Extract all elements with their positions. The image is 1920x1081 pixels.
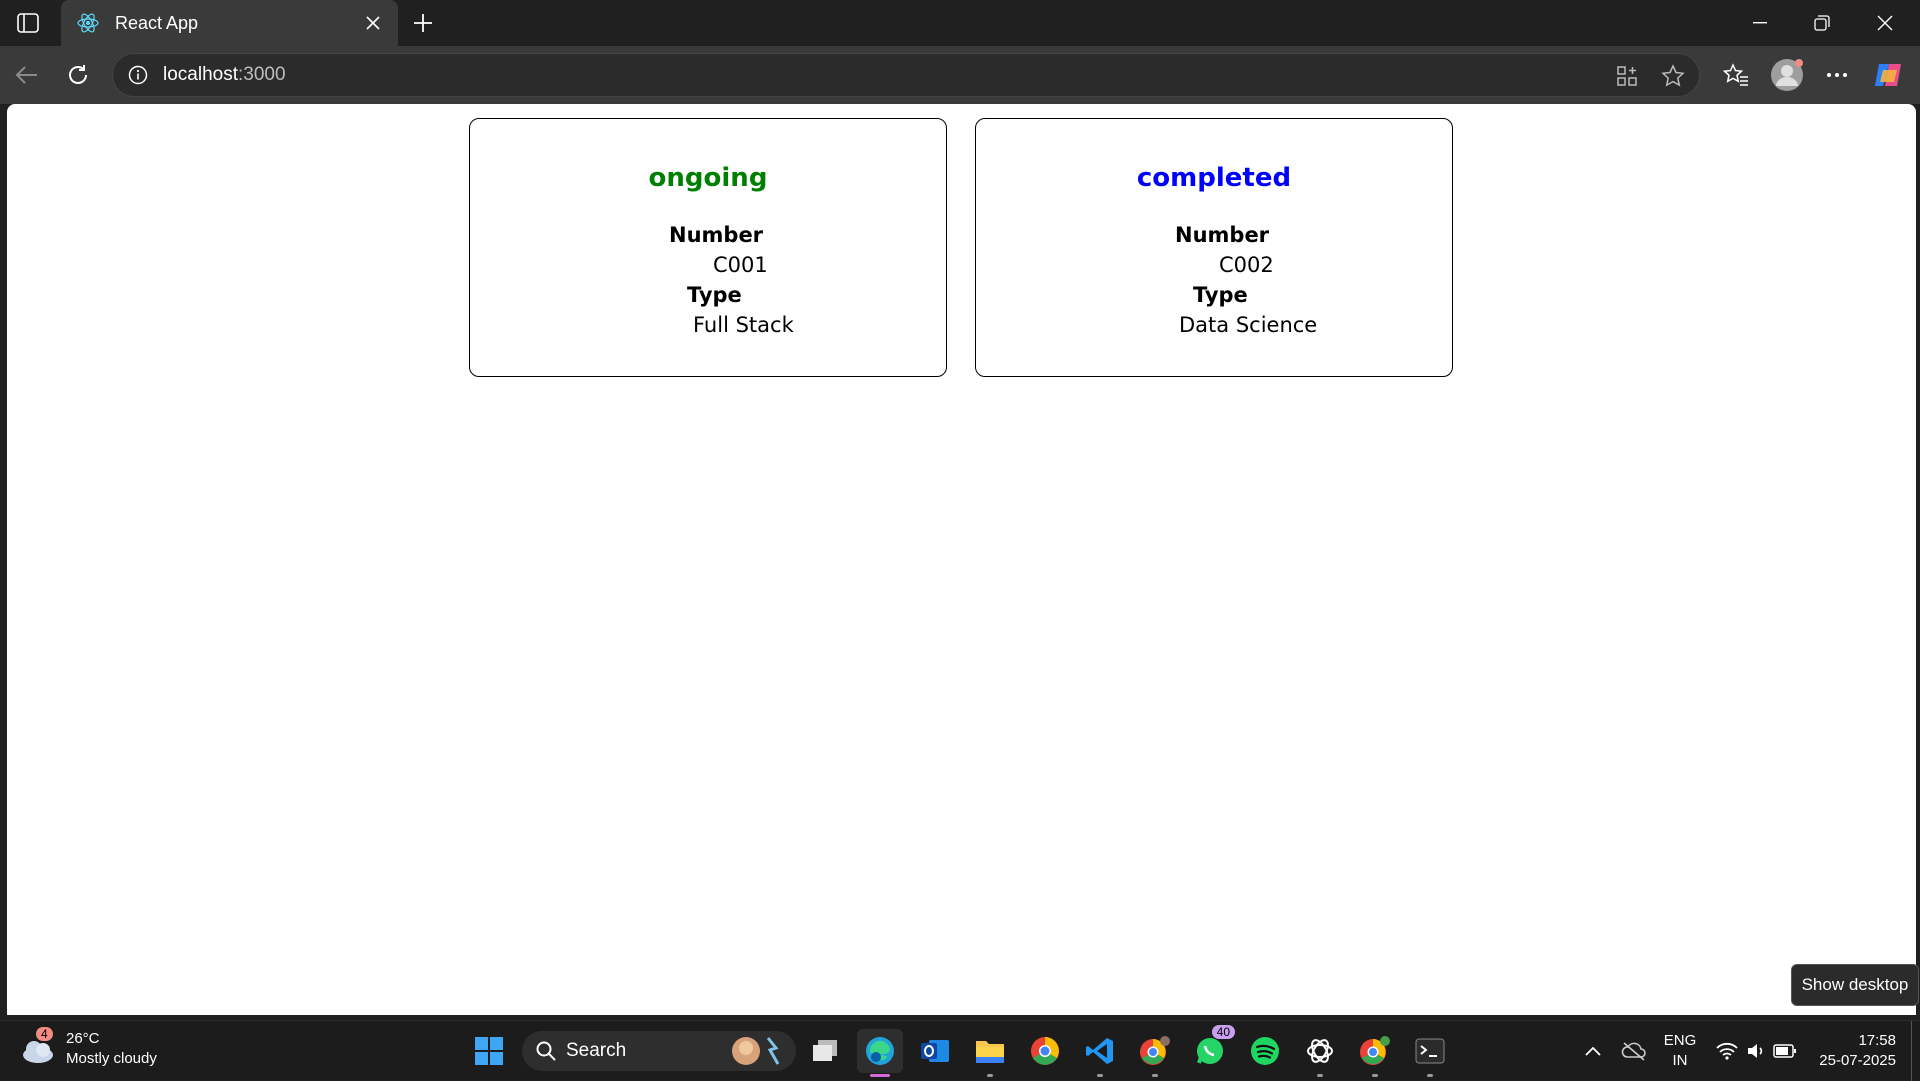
edge-taskbar-icon[interactable]: [857, 1029, 903, 1077]
type-label: Type: [1193, 283, 1248, 307]
browser-titlebar: React App: [0, 0, 1920, 46]
running-indicator: [987, 1074, 993, 1077]
favorite-star-icon[interactable]: [1657, 60, 1689, 92]
clock-time: 17:58: [1858, 1032, 1896, 1049]
whatsapp-badge: 40: [1211, 1025, 1235, 1039]
chrome-profile-icon[interactable]: [1132, 1029, 1178, 1077]
language-indicator[interactable]: ENG IN: [1660, 1021, 1700, 1081]
taskbar: 4 26°C Mostly cloudy Search 40 ENG IN 17…: [0, 1020, 1920, 1081]
clock[interactable]: 17:58 25-07-2025: [1819, 1031, 1896, 1071]
volume-icon[interactable]: [1742, 1021, 1770, 1081]
region-label: IN: [1672, 1052, 1688, 1069]
chrome-icon[interactable]: [1022, 1029, 1068, 1073]
cloud-icon: 4: [20, 1027, 56, 1065]
show-desktop-tooltip: Show desktop: [1791, 964, 1919, 1006]
clock-date: 25-07-2025: [1819, 1052, 1896, 1069]
new-tab-button[interactable]: [408, 8, 438, 38]
search-label: Search: [566, 1040, 627, 1061]
tab-title: React App: [115, 12, 199, 33]
type-value: Data Science: [1179, 313, 1318, 337]
terminal-icon[interactable]: [1407, 1029, 1453, 1077]
page-viewport: ongoing Number C001 Type Full Stack comp…: [7, 104, 1916, 1015]
number-value: C002: [1219, 253, 1274, 277]
whatsapp-icon[interactable]: 40: [1187, 1025, 1235, 1073]
running-indicator: [1427, 1074, 1433, 1077]
taskbar-search[interactable]: Search: [522, 1031, 796, 1071]
url-text: localhost:3000: [163, 64, 286, 86]
battery-icon[interactable]: [1770, 1021, 1800, 1081]
vscode-icon[interactable]: [1077, 1029, 1123, 1077]
search-highlight-icon: [728, 1034, 784, 1068]
close-tab-icon[interactable]: [362, 12, 384, 34]
status-heading: completed: [1136, 163, 1292, 193]
course-card: completed Number C002 Type Data Science: [975, 118, 1453, 377]
url-host: localhost: [163, 64, 238, 85]
spotify-icon[interactable]: [1242, 1029, 1288, 1073]
running-indicator: [1152, 1074, 1158, 1077]
outlook-icon[interactable]: [912, 1029, 958, 1073]
app-available-icon[interactable]: [1611, 60, 1643, 92]
start-button[interactable]: [466, 1029, 512, 1073]
wifi-icon[interactable]: [1712, 1021, 1742, 1081]
weather-temp: 26°C: [66, 1030, 100, 1047]
onedrive-offline-icon[interactable]: [1616, 1021, 1652, 1081]
number-label: Number: [669, 223, 764, 247]
weather-desc: Mostly cloudy: [66, 1050, 157, 1067]
file-explorer-icon[interactable]: [967, 1029, 1013, 1077]
tab-actions-icon[interactable]: [14, 10, 42, 36]
minimize-button[interactable]: [1729, 0, 1791, 46]
course-card: ongoing Number C001 Type Full Stack: [469, 118, 947, 377]
restore-button[interactable]: [1791, 0, 1853, 46]
back-button[interactable]: [8, 56, 46, 94]
show-desktop-button[interactable]: [1911, 1021, 1920, 1081]
favorites-icon[interactable]: [1717, 56, 1755, 94]
chrome-profile-2-icon[interactable]: [1352, 1029, 1398, 1077]
browser-toolbar: localhost:3000: [0, 46, 1920, 104]
tab-react-app[interactable]: React App: [61, 0, 398, 46]
react-logo-icon: [75, 10, 101, 36]
refresh-button[interactable]: [59, 56, 97, 94]
more-options-icon[interactable]: [1818, 56, 1856, 94]
task-view-icon[interactable]: [802, 1029, 848, 1073]
chatgpt-icon[interactable]: [1297, 1029, 1343, 1077]
weather-badge: 4: [36, 1027, 53, 1041]
copilot-icon[interactable]: [1870, 56, 1908, 94]
type-value: Full Stack: [693, 313, 794, 337]
status-heading: ongoing: [648, 163, 768, 193]
language-label: ENG: [1663, 1032, 1697, 1049]
close-window-button[interactable]: [1854, 0, 1916, 46]
search-icon: [536, 1041, 556, 1061]
url-port: :3000: [238, 64, 286, 85]
running-indicator: [1317, 1074, 1323, 1077]
running-indicator: [1372, 1074, 1378, 1077]
profile-avatar[interactable]: [1768, 56, 1806, 94]
chevron-up-icon[interactable]: [1576, 1021, 1610, 1081]
weather-widget[interactable]: 4 26°C Mostly cloudy: [20, 1027, 157, 1069]
number-label: Number: [1175, 223, 1270, 247]
type-label: Type: [687, 283, 742, 307]
active-indicator: [870, 1074, 890, 1077]
site-info-icon[interactable]: [125, 62, 151, 88]
number-value: C001: [713, 253, 768, 277]
running-indicator: [1097, 1074, 1103, 1077]
address-bar[interactable]: localhost:3000: [112, 53, 1700, 97]
